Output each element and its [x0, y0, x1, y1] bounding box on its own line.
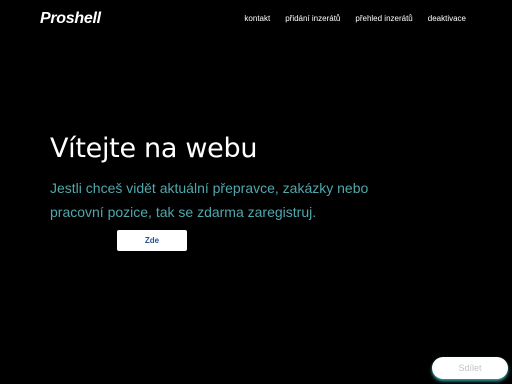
page: Proshell kontakt přidání inzerátů přehle…: [0, 0, 512, 384]
register-button[interactable]: Zde: [117, 230, 187, 251]
nav-link-deaktivace[interactable]: deaktivace: [428, 13, 466, 25]
nav-link-prehled-inzeratu[interactable]: přehled inzerátů: [355, 13, 412, 25]
hero-title: Vítejte na webu: [50, 133, 258, 164]
main-nav: kontakt přidání inzerátů přehled inzerát…: [244, 13, 466, 25]
share-button[interactable]: Sdílet: [432, 357, 508, 379]
site-logo[interactable]: Proshell: [40, 9, 101, 29]
nav-link-kontakt[interactable]: kontakt: [244, 13, 270, 25]
hero-description: Jestli chceš vidět aktuální přepravce, z…: [50, 180, 369, 220]
nav-link-pridani-inzeratu[interactable]: přidání inzerátů: [285, 13, 340, 25]
